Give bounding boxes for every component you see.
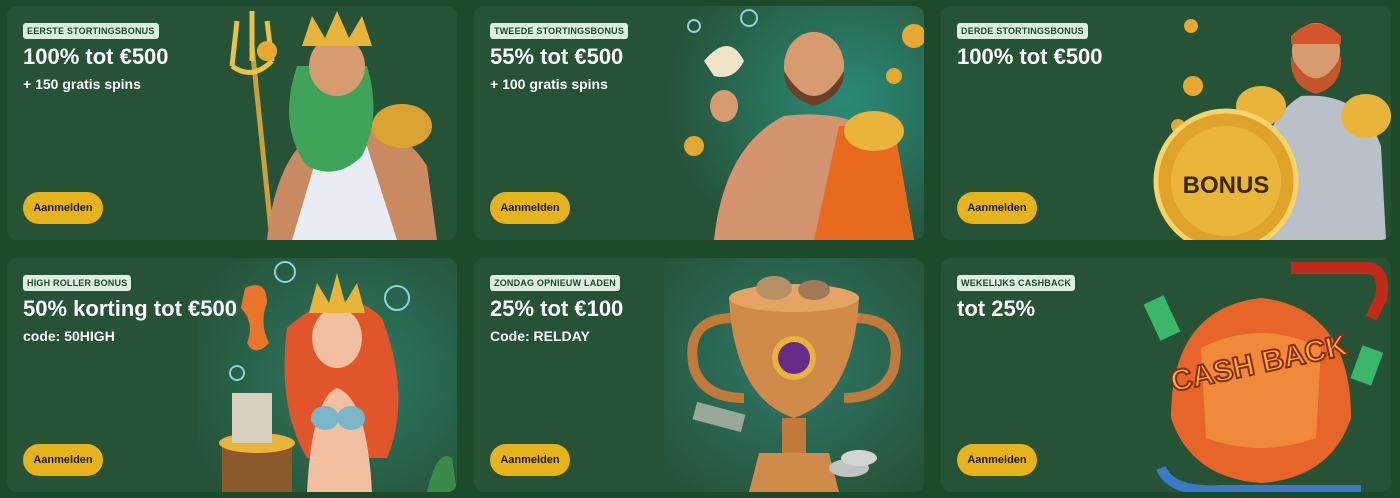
promo-badge: HIGH ROLLER BONUS — [23, 275, 132, 291]
promo-badge: TWEEDE STORTINGSBONUS — [490, 23, 629, 39]
promo-badge: ZONDAG OPNIEUW LADEN — [490, 275, 620, 291]
promo-card-high-roller: HIGH ROLLER BONUS 50% korting tot €500 c… — [7, 258, 457, 492]
promotions-grid: EERSTE STORTINGSBONUS 100% tot €500 + 15… — [7, 6, 1391, 492]
promo-title: 25% tot €100 — [490, 296, 624, 321]
promo-title: 100% tot €500 — [957, 44, 1103, 69]
promo-title: 100% tot €500 — [23, 44, 169, 69]
promo-subtitle: Code: RELDAY — [490, 328, 590, 344]
bonus-shield-text: BONUS — [1183, 172, 1270, 199]
promo-card-third-deposit: BONUS DERDE STORTINGSBONUS 100% tot €500… — [941, 6, 1391, 240]
signup-button[interactable]: Aanmelden — [23, 444, 103, 476]
promo-card-sunday-reload: ZONDAG OPNIEUW LADEN 25% tot €100 Code: … — [474, 258, 924, 492]
greek-god-with-shell-illustration — [664, 6, 924, 240]
promo-badge: WEKELIJKS CASHBACK — [957, 275, 1076, 291]
promo-subtitle: code: 50HIGH — [23, 328, 115, 344]
warrior-with-bonus-shield-illustration: BONUS — [1131, 6, 1391, 240]
signup-button[interactable]: Aanmelden — [957, 444, 1037, 476]
promo-card-weekly-cashback: CASH BACK WEKELIJKS CASHBACK tot 25% Aan… — [941, 258, 1391, 492]
promo-badge: DERDE STORTINGSBONUS — [957, 23, 1088, 39]
signup-button[interactable]: Aanmelden — [490, 444, 570, 476]
promo-badge: EERSTE STORTINGSBONUS — [23, 23, 159, 39]
promo-subtitle: + 100 gratis spins — [490, 76, 608, 92]
trophy-cup-illustration — [664, 258, 924, 492]
poseidon-illustration — [197, 6, 457, 240]
mermaid-with-treasure-illustration — [197, 258, 457, 492]
promo-title: 50% korting tot €500 — [23, 296, 237, 321]
cashback-shell-illustration: CASH BACK — [1131, 258, 1391, 492]
signup-button[interactable]: Aanmelden — [490, 192, 570, 224]
promo-title: tot 25% — [957, 296, 1036, 321]
signup-button[interactable]: Aanmelden — [23, 192, 103, 224]
promo-card-first-deposit: EERSTE STORTINGSBONUS 100% tot €500 + 15… — [7, 6, 457, 240]
signup-button[interactable]: Aanmelden — [957, 192, 1037, 224]
promo-subtitle: + 150 gratis spins — [23, 76, 141, 92]
promo-title: 55% tot €500 — [490, 44, 624, 69]
promo-card-second-deposit: TWEEDE STORTINGSBONUS 55% tot €500 + 100… — [474, 6, 924, 240]
